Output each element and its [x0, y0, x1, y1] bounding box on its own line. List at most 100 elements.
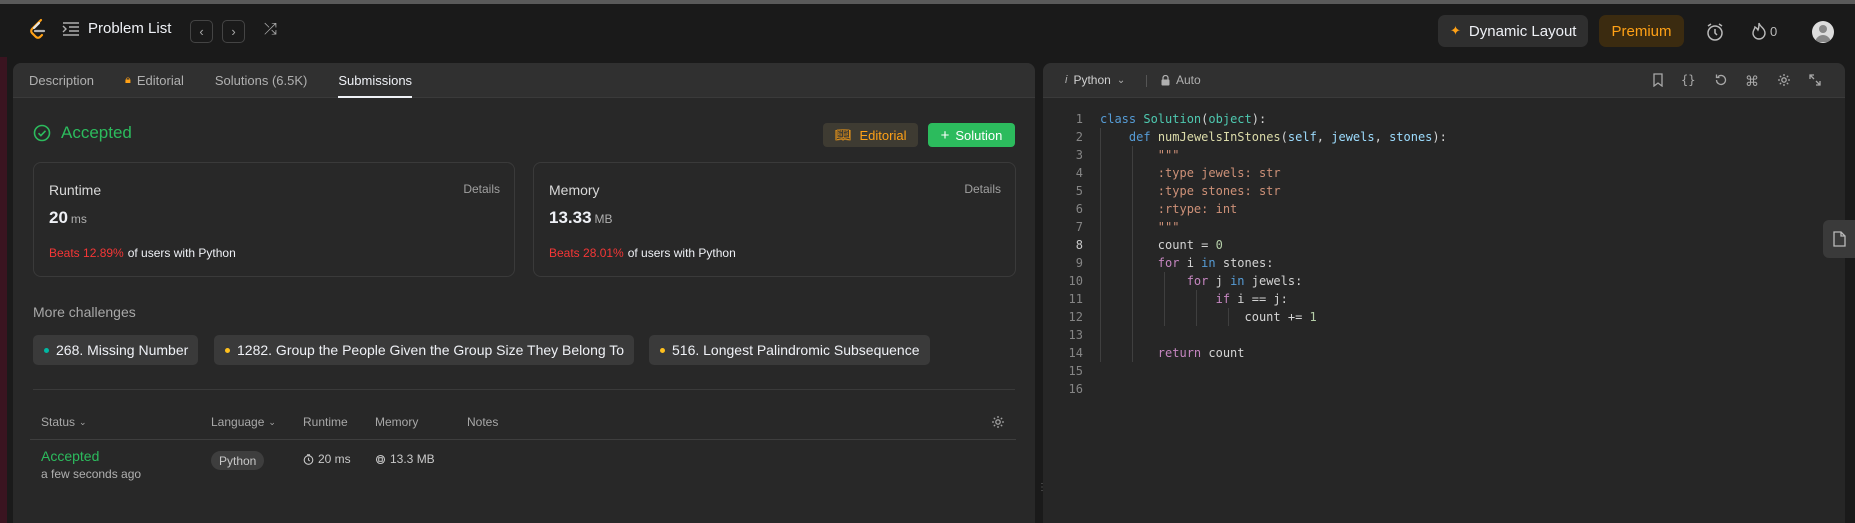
- line-number: 8: [1075, 238, 1083, 252]
- tab-solutions[interactable]: Solutions (6.5K): [215, 63, 308, 98]
- reset-icon[interactable]: [1714, 73, 1728, 90]
- difficulty-dot: [225, 347, 230, 353]
- line-number: 2: [1075, 130, 1083, 144]
- challenge-chip[interactable]: 1282. Group the People Given the Group S…: [214, 335, 635, 365]
- submission-runtime: 20 ms: [303, 452, 351, 466]
- avatar[interactable]: [1812, 21, 1834, 43]
- code-line: return count: [1157, 346, 1245, 360]
- solution-button[interactable]: + Solution: [928, 123, 1015, 147]
- runtime-number: 20: [49, 208, 68, 227]
- chevron-down-icon: ⌄: [79, 416, 87, 427]
- submission-status[interactable]: Accepted: [41, 448, 99, 464]
- code-line: :type jewels: str: [1157, 166, 1281, 180]
- lock-icon: [1161, 74, 1170, 85]
- info-icon: i: [1065, 74, 1068, 86]
- code-line: """: [1157, 220, 1180, 234]
- prev-problem-button[interactable]: ‹: [190, 20, 213, 43]
- tab-label: Description: [29, 72, 95, 88]
- streak-count: 0: [1770, 23, 1778, 39]
- clock-icon: [303, 453, 314, 465]
- runtime-card[interactable]: Runtime Details 20 ms Beats 12.89% of user…: [33, 162, 515, 277]
- dynamic-layout-label: Dynamic Layout: [1468, 22, 1577, 40]
- code-editor-panel: i Python ⌄ Auto {} ⌘ 1 2 3 4 5 6 7 8 9 1…: [1043, 63, 1845, 523]
- language-column-header[interactable]: Language ⌄: [211, 415, 276, 429]
- line-number: 10: [1068, 274, 1083, 288]
- mode-label: Auto: [1176, 73, 1201, 87]
- streak-counter[interactable]: 0: [1752, 22, 1777, 40]
- chevron-down-icon: ⌄: [1116, 74, 1126, 86]
- memory-details-link[interactable]: Details: [964, 182, 1001, 196]
- auto-mode[interactable]: Auto: [1161, 73, 1201, 87]
- table-header-divider: [30, 439, 1016, 440]
- dynamic-layout-button[interactable]: ✦ Dynamic Layout: [1438, 15, 1589, 47]
- next-problem-button[interactable]: ›: [222, 20, 245, 43]
- expand-icon[interactable]: [1809, 73, 1821, 89]
- list-icon: [62, 21, 79, 36]
- gear-icon[interactable]: [991, 415, 1005, 434]
- language-select[interactable]: i Python ⌄: [1065, 73, 1125, 87]
- header-label: Runtime: [303, 415, 348, 429]
- line-number: 4: [1075, 166, 1083, 180]
- leetcode-logo-icon[interactable]: [26, 17, 48, 43]
- bookmark-icon[interactable]: [1652, 73, 1664, 90]
- code-line: :type stones: str: [1157, 184, 1281, 198]
- status-text: Accepted: [61, 123, 132, 142]
- language-label: Python: [1073, 73, 1111, 87]
- panel-splitter[interactable]: ⋮: [1037, 482, 1047, 493]
- problem-list-button[interactable]: Problem List: [62, 20, 171, 37]
- line-number: 16: [1068, 382, 1083, 396]
- result-status: Accepted: [33, 123, 132, 143]
- check-circle-icon: [33, 124, 51, 142]
- line-number: 5: [1075, 184, 1083, 198]
- plus-icon: +: [940, 126, 950, 144]
- runtime-title: Runtime: [49, 182, 102, 198]
- runtime-value: 20 ms: [49, 208, 87, 228]
- command-icon[interactable]: ⌘: [1745, 73, 1759, 90]
- code-line: :rtype: int: [1157, 202, 1238, 216]
- line-number: 15: [1068, 364, 1083, 378]
- runtime-details-link[interactable]: Details: [463, 182, 500, 196]
- header-label: Memory: [375, 415, 419, 429]
- memory-card[interactable]: Memory Details 13.33 MB Beats 28.01% of us…: [533, 162, 1016, 277]
- document-icon: [1832, 231, 1846, 247]
- toolbar-separator: [1146, 75, 1147, 87]
- more-challenges-label: More challenges: [33, 304, 136, 320]
- format-braces-icon[interactable]: {}: [1681, 73, 1695, 87]
- side-strip: [0, 4, 7, 523]
- memory-column-header: Memory: [375, 415, 418, 429]
- language-badge: Python: [211, 451, 265, 470]
- settings-icon[interactable]: [1777, 73, 1791, 90]
- submission-memory: 13.3 MB: [375, 452, 435, 466]
- premium-button[interactable]: Premium: [1599, 15, 1684, 47]
- challenge-chip[interactable]: 516. Longest Palindromic Subsequence: [649, 335, 930, 365]
- memory-text: 13.3 MB: [390, 452, 435, 466]
- alarm-clock-icon[interactable]: [1705, 22, 1725, 47]
- line-number: 1: [1075, 112, 1083, 126]
- tab-label: Submissions: [338, 72, 413, 88]
- tab-description[interactable]: Description: [29, 63, 94, 98]
- challenge-label: 1282. Group the People Given the Group S…: [237, 342, 625, 358]
- notes-column-header: Notes: [467, 415, 498, 429]
- line-number: 14: [1068, 346, 1083, 360]
- side-panel-toggle[interactable]: [1823, 220, 1855, 258]
- code-line: """: [1157, 148, 1180, 162]
- line-number: 12: [1068, 310, 1083, 324]
- editorial-label: Editorial: [859, 127, 907, 143]
- tab-editorial[interactable]: 🔒︎ Editorial: [125, 63, 184, 98]
- challenge-chip[interactable]: 268. Missing Number: [33, 335, 199, 365]
- status-column-header[interactable]: Status ⌄: [41, 415, 87, 429]
- memory-unit: MB: [594, 212, 613, 226]
- app-window: Problem List ‹ › ⤮ ✦ Dynamic Layout Prem…: [0, 0, 1855, 523]
- tab-label: Editorial: [136, 72, 184, 88]
- chevron-left-icon: ‹: [199, 24, 204, 39]
- memory-title: Memory: [549, 182, 600, 198]
- line-number: 7: [1075, 220, 1083, 234]
- tab-bar: Description 🔒︎ Editorial Solutions (6.5K…: [13, 63, 1035, 98]
- line-number: 11: [1068, 292, 1083, 306]
- editorial-button[interactable]: 📖︎ Editorial: [823, 123, 919, 147]
- shuffle-icon[interactable]: ⤮: [264, 21, 277, 39]
- memory-beats: Beats 28.01% of users with Python: [549, 246, 736, 260]
- tab-submissions[interactable]: Submissions: [338, 63, 412, 98]
- code-line: if i == j:: [1215, 292, 1288, 306]
- lock-icon: 🔒︎: [125, 73, 131, 86]
